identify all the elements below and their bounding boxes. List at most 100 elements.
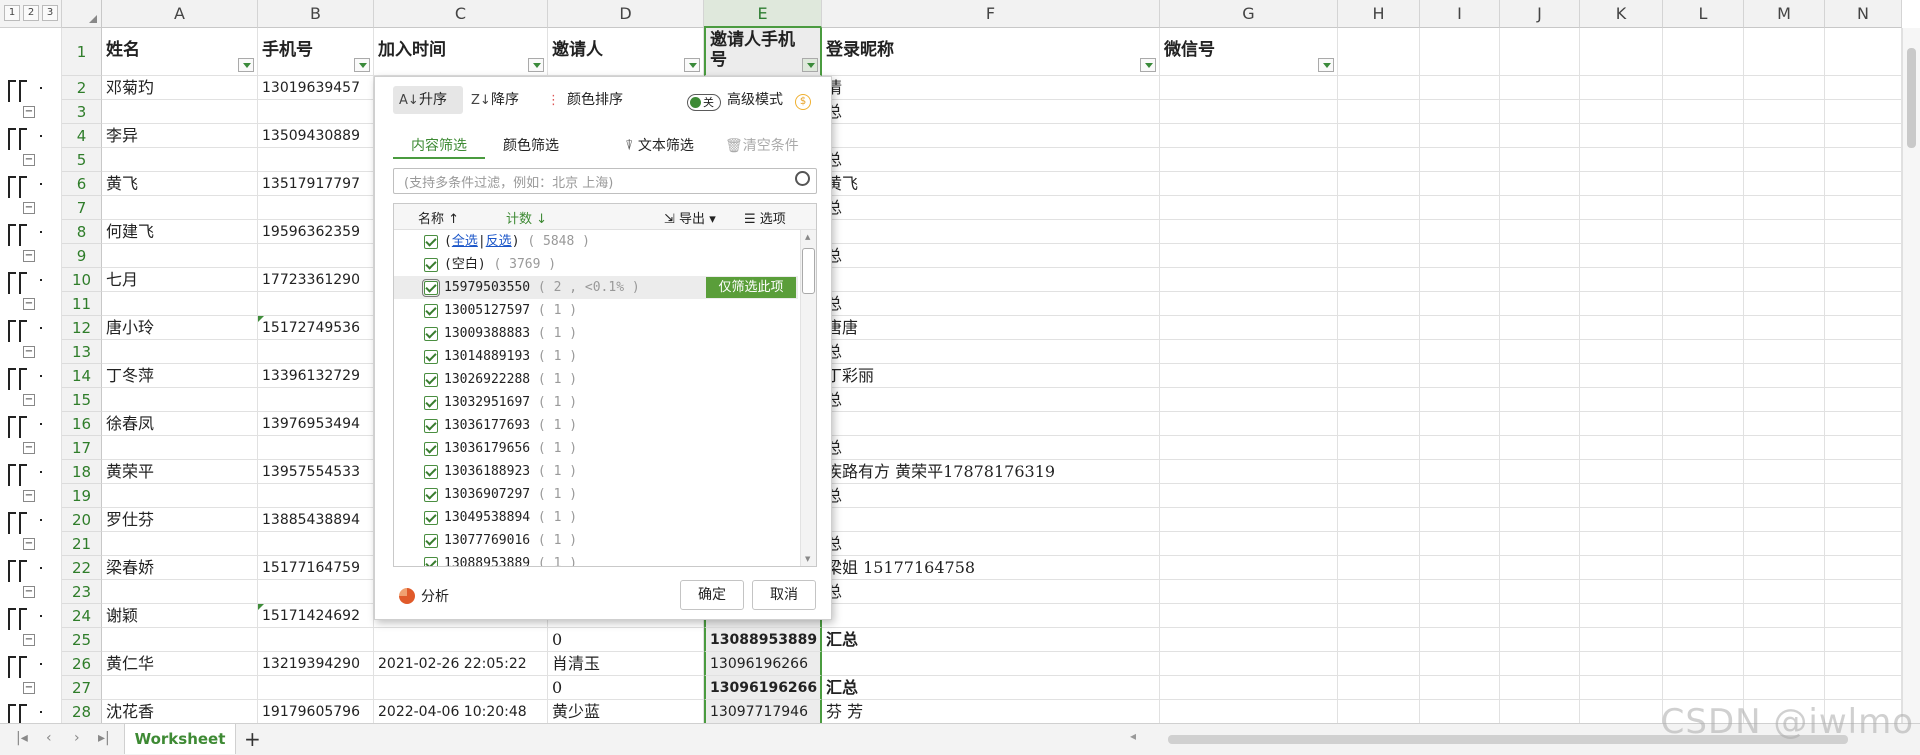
cell-k9[interactable] [1580,244,1663,268]
column-header-g[interactable]: G [1160,0,1338,28]
row-header-16[interactable]: 16 [62,412,102,436]
cell-k6[interactable] [1580,172,1663,196]
list-item[interactable]: 13026922288 ( 1 ) [394,368,798,391]
collapse-group-button[interactable]: − [23,682,35,694]
header-cell-m[interactable] [1744,28,1825,76]
cell-n21[interactable] [1825,532,1902,556]
cell-j3[interactable] [1500,100,1580,124]
cell-a7[interactable] [102,196,258,220]
cell-b12[interactable]: 15172749536 [258,316,374,340]
blank-checkbox[interactable] [424,258,438,272]
cell-k12[interactable] [1580,316,1663,340]
cell-f9[interactable]: 总 [822,244,1160,268]
cell-j12[interactable] [1500,316,1580,340]
cell-g20[interactable] [1160,508,1338,532]
cell-e27[interactable]: 13096196266 [704,676,822,700]
collapse-group-button[interactable]: − [23,442,35,454]
collapse-group-button[interactable]: − [23,586,35,598]
collapse-group-button[interactable]: − [23,154,35,166]
cell-h19[interactable] [1338,484,1420,508]
cell-d28[interactable]: 黄少蓝 [548,700,704,724]
row-header-20[interactable]: 20 [62,508,102,532]
outline-level-2-button[interactable]: 2 [23,5,39,21]
cell-b20[interactable]: 13885438894 [258,508,374,532]
cell-a3[interactable] [102,100,258,124]
cell-n9[interactable] [1825,244,1902,268]
cell-h12[interactable] [1338,316,1420,340]
cell-h26[interactable] [1338,652,1420,676]
cell-i7[interactable] [1420,196,1500,220]
cell-b2[interactable]: 13019639457 [258,76,374,100]
cell-f13[interactable]: 总 [822,340,1160,364]
cell-g24[interactable] [1160,604,1338,628]
cell-i24[interactable] [1420,604,1500,628]
vertical-scrollbar[interactable] [1902,28,1920,723]
column-header-e[interactable]: E [704,0,822,28]
row-header-19[interactable]: 19 [62,484,102,508]
cell-a22[interactable]: 梁春娇 [102,556,258,580]
item-checkbox[interactable] [424,327,438,341]
cell-h14[interactable] [1338,364,1420,388]
cell-b22[interactable]: 15177164759 [258,556,374,580]
list-item-select-all[interactable]: (全选|反选) ( 5848 ) [394,230,798,253]
cell-i6[interactable] [1420,172,1500,196]
cell-f11[interactable]: 总 [822,292,1160,316]
list-item[interactable]: 13036177693 ( 1 ) [394,414,798,437]
cell-h7[interactable] [1338,196,1420,220]
cell-g3[interactable] [1160,100,1338,124]
cell-n5[interactable] [1825,148,1902,172]
cell-j17[interactable] [1500,436,1580,460]
cell-k3[interactable] [1580,100,1663,124]
list-item[interactable]: 13032951697 ( 1 ) [394,391,798,414]
cell-a27[interactable] [102,676,258,700]
row-header-21[interactable]: 21 [62,532,102,556]
cell-h6[interactable] [1338,172,1420,196]
row-header-24[interactable]: 24 [62,604,102,628]
cell-a23[interactable] [102,580,258,604]
item-checkbox[interactable] [424,373,438,387]
cell-g10[interactable] [1160,268,1338,292]
cell-f10[interactable] [822,268,1160,292]
column-header-m[interactable]: M [1744,0,1825,28]
cell-g8[interactable] [1160,220,1338,244]
cell-i13[interactable] [1420,340,1500,364]
header-cell-a[interactable]: 姓名 [102,28,258,76]
filter-dropdown-g[interactable] [1318,58,1334,72]
cell-i23[interactable] [1420,580,1500,604]
cell-k2[interactable] [1580,76,1663,100]
cell-l26[interactable] [1663,652,1744,676]
cell-j15[interactable] [1500,388,1580,412]
list-item[interactable]: 13036188923 ( 1 ) [394,460,798,483]
cell-b13[interactable] [258,340,374,364]
cell-n12[interactable] [1825,316,1902,340]
cell-k11[interactable] [1580,292,1663,316]
cell-k7[interactable] [1580,196,1663,220]
item-checkbox[interactable] [424,488,438,502]
cell-m14[interactable] [1744,364,1825,388]
cell-m8[interactable] [1744,220,1825,244]
cell-g16[interactable] [1160,412,1338,436]
sort-ascending-button[interactable]: A↓升序 [393,86,463,114]
cell-i18[interactable] [1420,460,1500,484]
column-header-a[interactable]: A [102,0,258,28]
cell-m10[interactable] [1744,268,1825,292]
row-header-25[interactable]: 25 [62,628,102,652]
cell-h13[interactable] [1338,340,1420,364]
cell-m12[interactable] [1744,316,1825,340]
cell-l12[interactable] [1663,316,1744,340]
cell-k22[interactable] [1580,556,1663,580]
list-item[interactable]: 13009388883 ( 1 ) [394,322,798,345]
cell-k23[interactable] [1580,580,1663,604]
row-header-8[interactable]: 8 [62,220,102,244]
header-cell-c[interactable]: 加入时间 [374,28,548,76]
cell-b25[interactable] [258,628,374,652]
cell-f18[interactable]: 疾路有方 黄荣平17878176319 [822,460,1160,484]
column-name-sort[interactable]: 名称 ↑ [418,208,459,227]
cell-h20[interactable] [1338,508,1420,532]
cell-n16[interactable] [1825,412,1902,436]
cell-b8[interactable]: 19596362359 [258,220,374,244]
cell-n17[interactable] [1825,436,1902,460]
cell-a2[interactable]: 邓菊玓 [102,76,258,100]
cell-f15[interactable]: 总 [822,388,1160,412]
cell-j11[interactable] [1500,292,1580,316]
